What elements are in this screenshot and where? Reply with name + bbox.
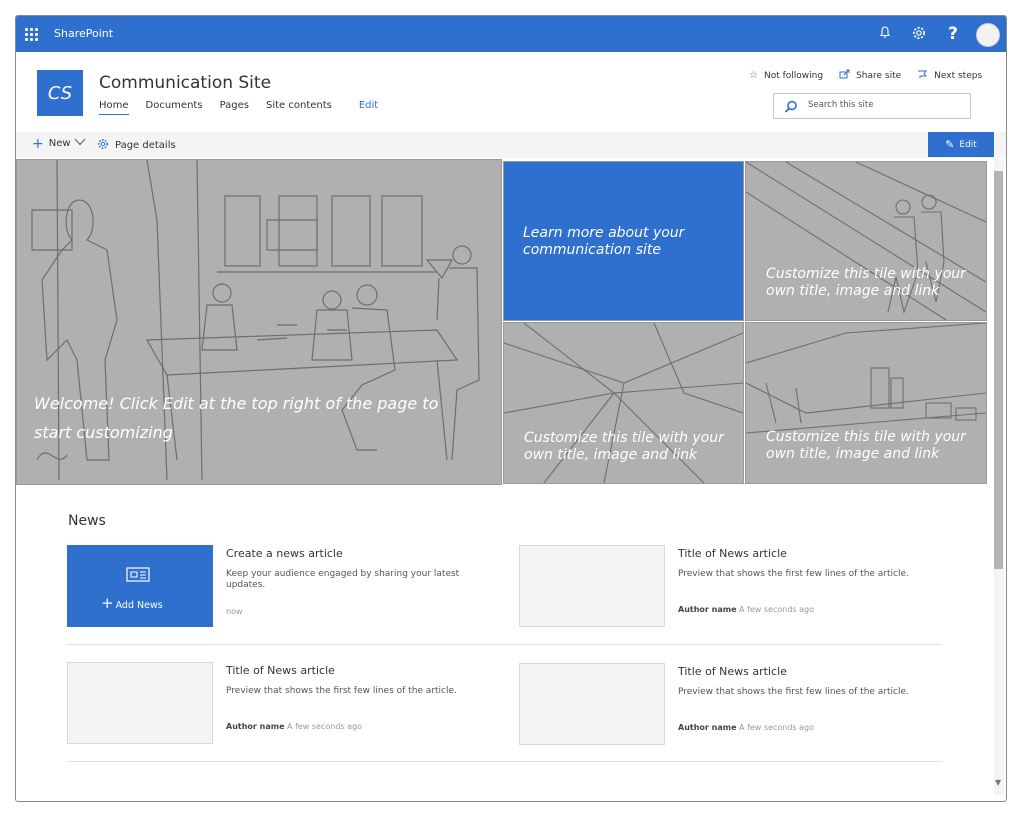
search-icon bbox=[784, 99, 797, 113]
hero-tile-customize-3-caption: Customize this tile with your own title,… bbox=[766, 429, 966, 462]
news-divider bbox=[67, 644, 942, 645]
nav-site-contents[interactable]: Site contents bbox=[266, 100, 332, 115]
command-bar: + New Page details bbox=[16, 132, 1006, 158]
news-section-title: News bbox=[68, 513, 106, 529]
news-item-time: A few seconds ago bbox=[287, 722, 363, 731]
news-item-time: now bbox=[226, 607, 243, 616]
edit-page-label: Edit bbox=[959, 139, 977, 150]
next-steps-label: Next steps bbox=[934, 70, 983, 81]
plus-icon: + bbox=[32, 135, 44, 152]
nav-home[interactable]: Home bbox=[99, 100, 129, 115]
suite-title[interactable]: SharePoint bbox=[54, 27, 113, 40]
next-steps-button[interactable]: Next steps bbox=[917, 69, 982, 82]
bell-icon[interactable] bbox=[876, 25, 894, 43]
news-item-create[interactable]: + Add News Create a news article Keep you… bbox=[67, 545, 487, 629]
hero-tile-customize-1-caption: Customize this tile with your own title,… bbox=[766, 266, 966, 299]
hero-tile-customize-1[interactable]: Customize this tile with your own title,… bbox=[745, 161, 987, 321]
news-item-preview: Preview that shows the first few lines o… bbox=[678, 687, 909, 697]
edit-page-button[interactable]: ✎ Edit bbox=[928, 132, 994, 157]
newspaper-icon bbox=[125, 566, 153, 588]
site-navigation: Home Documents Pages Site contents Edit bbox=[99, 100, 395, 115]
news-item-thumbnail[interactable] bbox=[67, 662, 213, 744]
hero-main-caption: Welcome! Click Edit at the top right of … bbox=[34, 394, 439, 442]
add-news-button[interactable]: + Add News bbox=[67, 545, 213, 627]
star-icon: ☆ bbox=[749, 70, 758, 81]
gear-icon[interactable] bbox=[910, 25, 928, 43]
waffle-icon[interactable] bbox=[25, 28, 39, 42]
site-actions: ☆ Not following Share site Next steps bbox=[749, 69, 998, 82]
new-button[interactable]: + New bbox=[32, 135, 86, 152]
news-divider bbox=[67, 761, 942, 762]
suite-bar: SharePoint ? bbox=[16, 16, 1006, 52]
news-item-title[interactable]: Create a news article bbox=[226, 547, 343, 560]
hero-tile-customize-2-caption: Customize this tile with your own title,… bbox=[524, 430, 724, 463]
news-item-time: A few seconds ago bbox=[739, 723, 815, 732]
share-icon bbox=[839, 69, 850, 82]
hero-tile-customize-3[interactable]: Customize this tile with your own title,… bbox=[745, 322, 987, 484]
share-site-button[interactable]: Share site bbox=[839, 69, 901, 82]
new-label: New bbox=[48, 138, 71, 149]
page-details-label: Page details bbox=[115, 140, 176, 151]
nav-pages[interactable]: Pages bbox=[220, 100, 249, 115]
site-title[interactable]: Communication Site bbox=[99, 73, 271, 93]
nav-edit-link[interactable]: Edit bbox=[359, 100, 378, 115]
share-site-label: Share site bbox=[856, 70, 902, 81]
hero-tile-learn-more[interactable]: Learn more about your communication site bbox=[503, 161, 744, 321]
news-item-title[interactable]: Title of News article bbox=[678, 665, 787, 678]
scroll-down-arrow-icon[interactable]: ▼ bbox=[995, 778, 1001, 787]
help-icon[interactable]: ? bbox=[944, 25, 962, 43]
site-logo[interactable]: CS bbox=[37, 70, 83, 116]
nav-documents[interactable]: Documents bbox=[146, 100, 203, 115]
plus-icon: + bbox=[101, 594, 114, 612]
add-news-label: + Add News bbox=[101, 594, 163, 612]
news-item-author: Author name bbox=[226, 722, 285, 731]
news-item-meta: Author name A few seconds ago bbox=[226, 722, 362, 731]
news-item-preview: Preview that shows the first few lines o… bbox=[678, 569, 909, 579]
avatar[interactable] bbox=[976, 23, 1000, 47]
news-item[interactable]: Title of News article Preview that shows… bbox=[519, 663, 939, 747]
news-item-thumbnail[interactable] bbox=[519, 663, 665, 745]
flag-icon bbox=[917, 69, 928, 82]
news-item-title[interactable]: Title of News article bbox=[678, 547, 787, 560]
news-item-preview: Keep your audience engaged by sharing yo… bbox=[226, 569, 460, 590]
hero-tile-customize-2[interactable]: Customize this tile with your own title,… bbox=[503, 322, 744, 484]
news-item-title[interactable]: Title of News article bbox=[226, 664, 335, 677]
chevron-down-icon bbox=[74, 138, 86, 149]
browser-frame: SharePoint ? CS Communication Site Home … bbox=[15, 15, 1007, 802]
news-item-meta: Author name A few seconds ago bbox=[678, 605, 814, 614]
gear-icon bbox=[97, 138, 109, 153]
pencil-icon: ✎ bbox=[945, 138, 955, 151]
not-following-label: Not following bbox=[763, 70, 824, 81]
news-item-author: Author name bbox=[678, 723, 737, 732]
page-details-button[interactable]: Page details bbox=[97, 138, 176, 153]
news-item-time: A few seconds ago bbox=[739, 605, 815, 614]
news-item-preview: Preview that shows the first few lines o… bbox=[226, 686, 457, 696]
news-item-meta: Author name A few seconds ago bbox=[678, 723, 814, 732]
hero-tile-learn-more-caption: Learn more about your communication site bbox=[523, 225, 685, 258]
news-item[interactable]: Title of News article Preview that shows… bbox=[67, 662, 487, 746]
search-placeholder: Search this site bbox=[808, 100, 874, 110]
news-item-thumbnail[interactable] bbox=[519, 545, 665, 627]
not-following-button[interactable]: ☆ Not following bbox=[749, 69, 823, 82]
news-item-author: Author name bbox=[678, 605, 737, 614]
news-item[interactable]: Title of News article Preview that shows… bbox=[519, 545, 939, 629]
search-box[interactable]: Search this site bbox=[773, 93, 971, 119]
scrollbar-thumb[interactable] bbox=[994, 171, 1003, 569]
